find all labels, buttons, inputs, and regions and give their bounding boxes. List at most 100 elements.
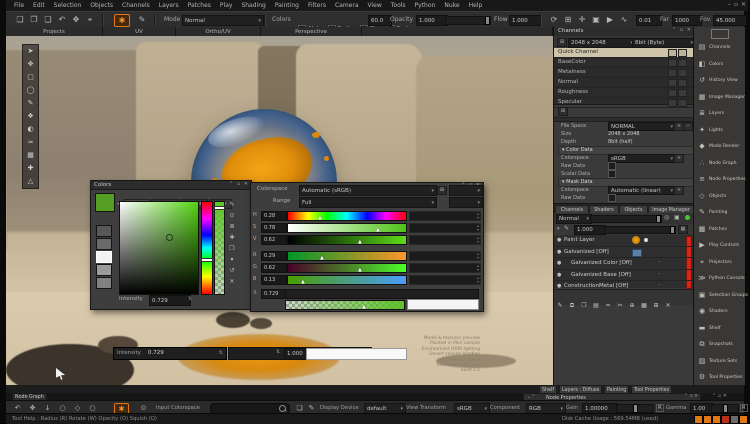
sidebar-item-channels[interactable]: ▤Channels (694, 40, 745, 57)
open-project-icon[interactable]: ❐ (28, 14, 40, 25)
window-controls[interactable]: –▫✕ (728, 1, 746, 8)
dropper-icon[interactable]: ⊙ (226, 212, 238, 223)
color-dropper-icon[interactable]: ⊙ (138, 403, 149, 413)
alpha-ramp[interactable]: ▲ (285, 300, 405, 310)
palette-window-buttons[interactable]: ⌃ ▫ ✕ (229, 181, 249, 187)
palette-window-buttons[interactable]: ⌃ ▫ ✕ (684, 394, 698, 399)
menu-play[interactable]: Play (216, 2, 237, 9)
channel-value-s[interactable]: 0.78 (261, 223, 287, 233)
history-swatch[interactable] (96, 251, 112, 263)
history-swatch[interactable] (96, 264, 112, 276)
view-tab-projects[interactable]: Projects (6, 27, 103, 36)
menu-painting[interactable]: Painting (271, 2, 303, 9)
layer-grid-button[interactable]: ▦ (678, 225, 688, 234)
sidebar-item-objects[interactable]: ◇Objects (694, 189, 745, 206)
menu-camera[interactable]: Camera (331, 2, 363, 9)
sidebar-item-python-console[interactable]: ≫Python Console (694, 271, 745, 288)
channel-lock-icon[interactable] (668, 79, 677, 87)
eraser-tool-button[interactable]: ✎ (136, 14, 148, 25)
channel-ramp-v[interactable]: ▲ (287, 235, 407, 245)
a-value-stepper[interactable]: ⇅ (253, 290, 257, 296)
channel-value-b[interactable]: 0.13 (261, 275, 287, 285)
save-project-icon[interactable]: ❑ (42, 14, 54, 25)
menu-view[interactable]: View (364, 2, 386, 9)
caret-icon[interactable]: ▾ (557, 226, 560, 232)
move-tool[interactable]: ✥ (23, 58, 38, 71)
channel-row-quick-channel[interactable]: Quick Channel (554, 48, 694, 58)
layer-amount-slider[interactable] (604, 226, 676, 234)
near-value-field[interactable]: 0.01 (636, 15, 662, 26)
gamma-reset-button[interactable]: R (740, 404, 748, 412)
menu-patches[interactable]: Patches (184, 2, 215, 9)
mask-layer-icon[interactable]: ▦ (638, 302, 650, 309)
target-icon[interactable]: ⌖ (84, 14, 96, 25)
merge-layer-icon[interactable]: ≈ (602, 302, 614, 309)
undo-icon[interactable]: ↶ (56, 14, 68, 25)
menu-nuke[interactable]: Nuke (440, 2, 463, 9)
add-icon[interactable]: ✚ (226, 234, 238, 245)
dock-toggle-icon[interactable] (711, 29, 729, 39)
menu-objects[interactable]: Objects (86, 2, 117, 9)
add-adjustment-icon[interactable]: ⊕ (626, 302, 638, 309)
smear-tool[interactable]: ≈ (23, 136, 38, 149)
refresh-icon[interactable]: ⟳ (548, 14, 560, 25)
clone-tool[interactable]: ▦ (23, 149, 38, 162)
layer-amount-field[interactable]: 1.000 (574, 225, 606, 235)
channel-ramp-g[interactable]: ▲ (287, 263, 407, 273)
spin-down-icon[interactable]: ▾ (477, 240, 479, 244)
palette-window-buttons[interactable]: ⌃ ▫ ✕ (672, 27, 692, 33)
colorspace-dropdown[interactable]: Automatic (sRGB)▾ (299, 185, 437, 196)
spin-down-icon[interactable]: ▾ (477, 256, 479, 260)
copy-icon[interactable]: ❒ (226, 245, 238, 256)
layer-opacity-slider[interactable] (590, 215, 662, 223)
layer-row-galvanized-off[interactable]: ●Galvanized [Off] (554, 247, 694, 259)
paint-tool-button[interactable]: ✱ (114, 14, 130, 27)
sidebar-item-patches[interactable]: ▩Patches (694, 222, 745, 239)
vector-tool[interactable]: ❖ (23, 110, 38, 123)
move-icon[interactable]: ✥ (27, 403, 38, 413)
spin-down-icon[interactable]: ▾ (477, 216, 479, 220)
add-layer-icon[interactable]: ✎ (554, 302, 566, 309)
list-icon[interactable]: ≣ (226, 223, 238, 234)
gain-slider[interactable] (616, 404, 654, 413)
layer-visibility-icon[interactable]: ● (557, 260, 561, 266)
sidebar-item-lights[interactable]: ✦Lights (694, 123, 745, 140)
history-swatch[interactable] (96, 277, 112, 289)
channel-ramp-s[interactable]: ▲ (287, 223, 407, 233)
hue-strip[interactable] (201, 201, 213, 295)
close-icon[interactable]: ✕ (741, 1, 746, 8)
copy-layer-icon[interactable]: ❒ (578, 302, 590, 309)
diamond-icon[interactable]: ◇ (72, 403, 83, 413)
blur-tool[interactable]: ◐ (23, 123, 38, 136)
prop-checkbox[interactable] (608, 194, 616, 202)
value-stepper[interactable]: ⇅ (276, 349, 280, 355)
close-swatch-icon[interactable]: ✕ (226, 278, 238, 289)
sidebar-item-snapshots[interactable]: ⧉Snapshots (694, 337, 745, 354)
view-tab-ortho-uv[interactable]: Ortho/UV (176, 27, 261, 36)
flow-value-field[interactable]: 1.000 (509, 15, 541, 26)
menu-python[interactable]: Python (411, 2, 440, 9)
channel-value-v[interactable]: 0.62 (261, 235, 287, 245)
sidebar-item-node-properties[interactable]: ≡Node Properties (694, 172, 745, 189)
sidebar-item-image-manager[interactable]: ▦Image Manager (694, 90, 745, 107)
channel-lock-icon[interactable] (668, 69, 677, 77)
lock-icon[interactable]: ◎ (664, 214, 669, 221)
a-slider[interactable] (285, 289, 479, 299)
edit-icon[interactable]: ✎ (226, 201, 238, 212)
history-swatch[interactable] (96, 225, 112, 237)
new-project-icon[interactable]: ❏ (14, 14, 26, 25)
history-swatch[interactable] (96, 238, 112, 250)
history-icon[interactable]: ↺ (226, 267, 238, 278)
channel-ramp-b[interactable]: ▲ (287, 275, 407, 285)
channel-spinbox-b[interactable]: ▴▾ (409, 275, 481, 285)
channel-visibility-icon[interactable] (678, 69, 687, 77)
white-color-bar[interactable] (306, 348, 407, 360)
intensity-widget[interactable]: Intensity 0.729 ⇅ (113, 347, 227, 360)
delete-layer-icon[interactable]: ✕ (662, 302, 674, 309)
menu-help[interactable]: Help (465, 2, 487, 9)
gamma-slider[interactable] (711, 404, 739, 413)
layer-row-paint-layer[interactable]: ●Paint Layer (554, 235, 694, 247)
channel-visibility-icon[interactable] (678, 79, 687, 87)
range-extra-dropdown[interactable]: ▾ (449, 197, 483, 208)
sidebar-item-tool-properties[interactable]: ⚙Tool Properties (694, 370, 745, 387)
